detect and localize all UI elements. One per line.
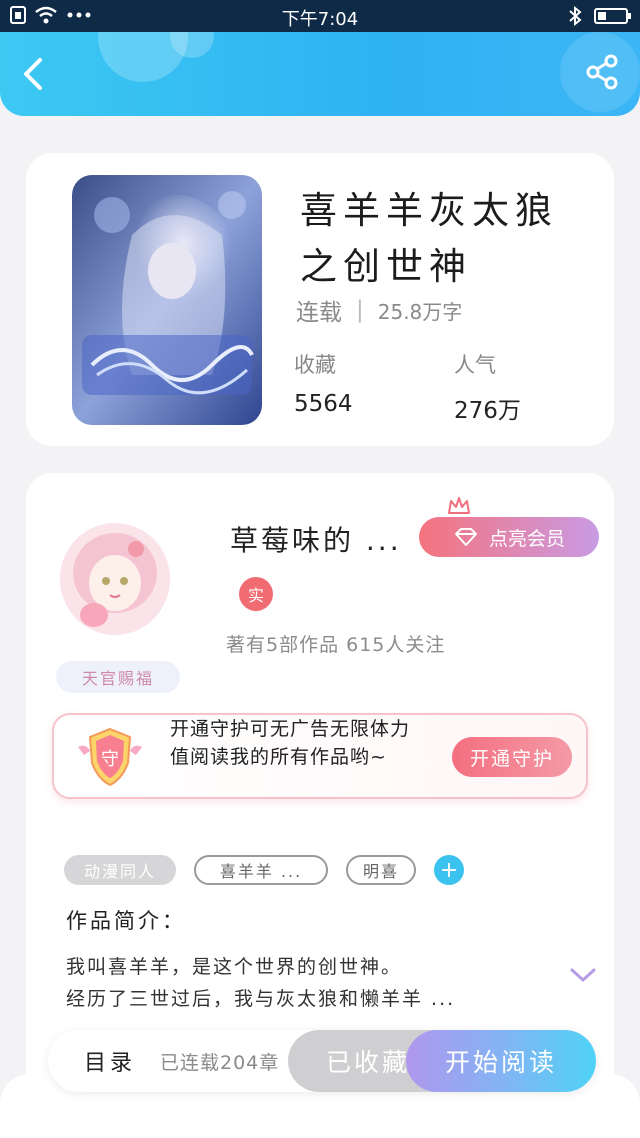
guard-promo: 守 开通守护可无广告无限体力值阅读我的所有作品哟~ 开通守护 xyxy=(52,713,588,799)
avatar-image xyxy=(60,523,170,635)
favorites-label: 收藏 xyxy=(294,353,336,377)
catalog-count[interactable]: 已连载204章 xyxy=(160,1048,279,1075)
crown-icon xyxy=(448,497,470,514)
book-status: 连载 xyxy=(296,300,342,326)
tag-item[interactable]: 喜羊羊 ... xyxy=(194,855,328,885)
vip-button-label: 点亮会员 xyxy=(488,527,565,550)
add-tag-button[interactable]: + xyxy=(434,855,464,885)
intro-line: 我叫喜羊羊，是这个世界的创世神。 xyxy=(66,956,403,978)
start-reading-button[interactable]: 开始阅读 xyxy=(406,1030,596,1092)
popularity-label: 人气 xyxy=(454,353,496,377)
tag-item[interactable]: 明喜 xyxy=(346,855,416,885)
share-icon xyxy=(586,54,618,90)
author-stats: 著有5部作品 615人关注 xyxy=(226,634,446,656)
shield-icon: 守 xyxy=(78,727,142,787)
top-header xyxy=(0,32,640,116)
status-bar: 下午7:04 xyxy=(0,0,640,32)
expand-chevron-icon[interactable] xyxy=(568,965,598,985)
status-time: 下午7:04 xyxy=(281,9,359,30)
back-button[interactable] xyxy=(18,54,54,94)
status-icons-right xyxy=(568,6,631,26)
meta-separator: | xyxy=(356,297,364,323)
popularity-value: 276万 xyxy=(454,398,521,424)
share-button[interactable] xyxy=(582,52,622,92)
honor-tag[interactable]: 天官赐福 xyxy=(56,661,180,693)
tag-item[interactable]: 动漫同人 xyxy=(64,855,176,885)
intro-title: 作品简介： xyxy=(66,909,186,933)
back-arrow-icon xyxy=(24,58,42,90)
guard-text: 开通守护可无广告无限体力值阅读我的所有作品哟~ xyxy=(170,718,411,768)
intro-line: 经历了三世过后，我与灰太狼和懒羊羊 ... xyxy=(66,988,456,1010)
verified-badge: 实 xyxy=(239,577,273,611)
diamond-icon xyxy=(454,528,477,546)
open-guard-button[interactable]: 开通守护 xyxy=(452,737,572,777)
book-info-card: 喜羊羊灰太狼之创世神 连载 | 25.8万字 收藏 人气 5564 276万 xyxy=(26,153,614,446)
author-name[interactable]: 草莓味的 ... xyxy=(230,519,402,559)
shield-char: 守 xyxy=(101,749,119,770)
author-avatar[interactable] xyxy=(60,523,170,635)
bottom-action-bar: 目录 已连载204章 已收藏 开始阅读 xyxy=(48,1030,596,1092)
bluetooth-icon xyxy=(569,6,582,26)
intro-text: 我叫喜羊羊，是这个世界的创世神。 经历了三世过后，我与灰太狼和懒羊羊 ... xyxy=(66,951,536,1015)
book-word-count: 25.8万字 xyxy=(377,299,463,324)
book-meta: 连载 | 25.8万字 xyxy=(296,293,462,327)
catalog-button[interactable]: 目录 xyxy=(84,1045,136,1077)
book-cover[interactable] xyxy=(72,175,262,425)
tag-list: 动漫同人 喜羊羊 ... 明喜 + xyxy=(64,855,464,885)
battery-icon xyxy=(594,8,631,24)
vip-button[interactable]: 点亮会员 xyxy=(419,517,599,557)
favorites-value: 5564 xyxy=(294,391,353,417)
book-title: 喜羊羊灰太狼之创世神 xyxy=(300,189,558,288)
cover-image xyxy=(72,175,262,425)
